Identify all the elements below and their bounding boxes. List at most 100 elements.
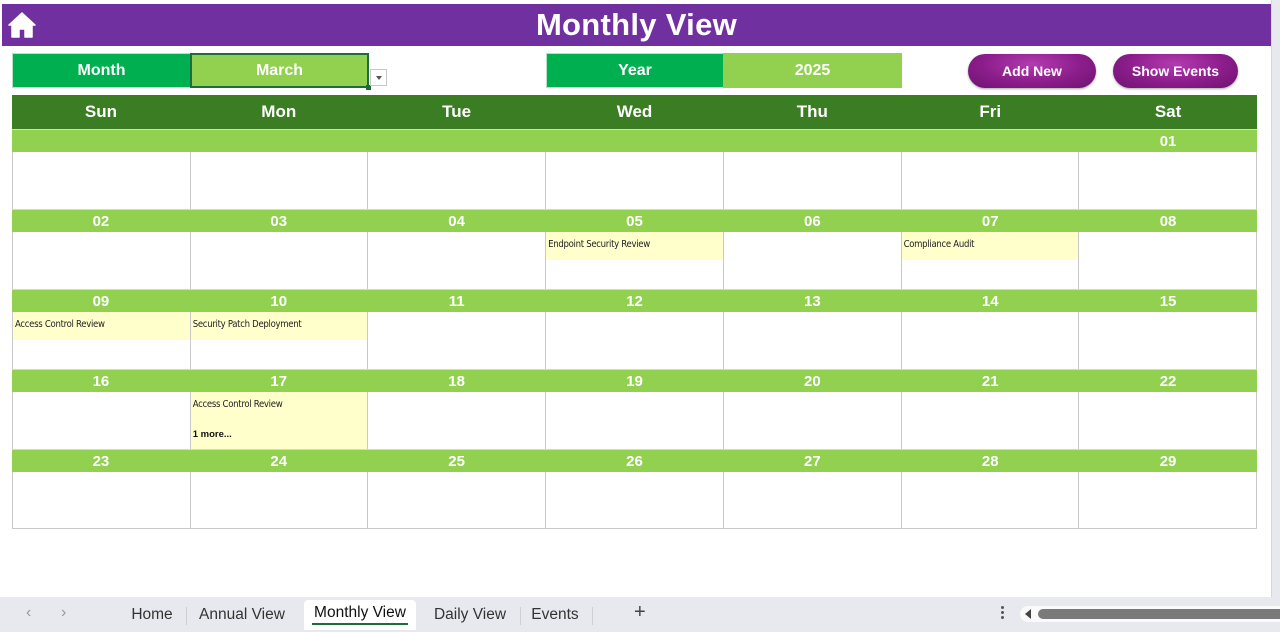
tab-separator bbox=[520, 607, 521, 625]
day-cell[interactable] bbox=[190, 472, 369, 528]
weekday-tue: Tue bbox=[442, 102, 472, 121]
event-item[interactable]: Compliance Audit bbox=[901, 232, 1079, 260]
day-number: 14 bbox=[981, 292, 999, 310]
events-row bbox=[12, 472, 1257, 529]
more-options-icon[interactable] bbox=[999, 605, 1005, 623]
day-number: 28 bbox=[981, 452, 999, 470]
day-cell[interactable] bbox=[901, 472, 1080, 528]
day-cell[interactable] bbox=[13, 472, 191, 528]
weekday-thu: Thu bbox=[796, 102, 828, 121]
tab-home[interactable]: Home bbox=[124, 600, 180, 630]
add-new-button[interactable]: Add New bbox=[968, 54, 1096, 88]
title-banner: Monthly View bbox=[2, 4, 1271, 46]
day-cell[interactable] bbox=[723, 312, 902, 369]
tab-daily-view[interactable]: Daily View bbox=[426, 600, 514, 630]
scroll-left-icon[interactable] bbox=[1025, 609, 1031, 619]
day-number bbox=[546, 130, 724, 152]
chevron-left-icon[interactable]: ‹ bbox=[26, 604, 31, 622]
day-cell[interactable] bbox=[546, 152, 724, 209]
date-row: 23 24 25 26 27 28 29 bbox=[12, 449, 1257, 472]
day-cell[interactable] bbox=[1079, 312, 1257, 369]
day-cell[interactable] bbox=[190, 152, 369, 209]
day-cell[interactable] bbox=[723, 232, 902, 289]
year-label: Year bbox=[546, 53, 724, 88]
day-cell[interactable]: Security Patch Deployment bbox=[190, 312, 369, 369]
day-number: 19 bbox=[626, 372, 643, 390]
calendar-week: 02 03 04 05 06 07 08 Endpoint Security Review Co… bbox=[12, 209, 1257, 289]
day-number: 15 bbox=[1159, 292, 1177, 310]
day-cell[interactable] bbox=[723, 152, 902, 209]
day-number: 07 bbox=[981, 212, 999, 230]
calendar-week: 01 bbox=[12, 129, 1257, 209]
day-cell[interactable] bbox=[368, 312, 547, 369]
weekday-sun: Sun bbox=[84, 102, 117, 121]
day-number: 26 bbox=[626, 452, 643, 470]
events-row: Endpoint Security Review Compliance Audit bbox=[12, 232, 1257, 289]
event-item[interactable]: Access Control Review bbox=[13, 312, 190, 340]
date-row: 02 03 04 05 06 07 08 bbox=[12, 209, 1257, 232]
tab-monthly-view[interactable]: Monthly View bbox=[304, 600, 416, 630]
more-events-link[interactable]: 1 more... bbox=[193, 429, 232, 440]
day-cell[interactable] bbox=[1079, 392, 1257, 449]
day-cell[interactable] bbox=[546, 472, 724, 528]
day-number: 29 bbox=[1159, 452, 1177, 470]
day-cell[interactable] bbox=[368, 392, 547, 449]
horizontal-scrollbar[interactable] bbox=[1020, 606, 1280, 622]
day-cell[interactable] bbox=[546, 312, 724, 369]
tab-separator bbox=[592, 607, 593, 625]
chevron-right-icon[interactable]: › bbox=[61, 604, 66, 622]
day-cell[interactable] bbox=[1079, 152, 1257, 209]
day-number: 10 bbox=[270, 292, 288, 310]
weekday-mon: Mon bbox=[261, 102, 297, 121]
month-label: Month bbox=[12, 53, 191, 88]
tab-events[interactable]: Events bbox=[526, 600, 584, 630]
events-row: Access Control Review Security Patch Depl… bbox=[12, 312, 1257, 369]
day-cell[interactable] bbox=[368, 152, 547, 209]
tab-annual-view[interactable]: Annual View bbox=[192, 600, 292, 630]
day-cell[interactable] bbox=[13, 152, 191, 209]
day-cell[interactable] bbox=[13, 232, 191, 289]
day-number bbox=[901, 130, 1079, 152]
date-row: 16 17 18 19 20 21 22 bbox=[12, 369, 1257, 392]
day-cell[interactable]: Access Control Review bbox=[13, 312, 191, 369]
day-cell[interactable]: Endpoint Security Review bbox=[546, 232, 724, 289]
day-cell[interactable] bbox=[1079, 232, 1257, 289]
day-number: 06 bbox=[804, 212, 821, 230]
page-title: Monthly View bbox=[535, 7, 738, 42]
calendar-week: 23 24 25 26 27 28 29 bbox=[12, 449, 1257, 529]
show-events-button[interactable]: Show Events bbox=[1113, 54, 1238, 88]
day-cell[interactable] bbox=[723, 392, 902, 449]
day-cell[interactable] bbox=[723, 472, 902, 528]
worksheet-area: Monthly View Month March Year 2025 Add N… bbox=[0, 0, 1272, 597]
month-dropdown-button[interactable] bbox=[370, 69, 387, 86]
day-number: 20 bbox=[804, 372, 821, 390]
tab-separator bbox=[186, 607, 187, 625]
day-cell[interactable] bbox=[368, 472, 547, 528]
day-number bbox=[12, 130, 190, 152]
date-row: 09 10 11 12 13 14 15 bbox=[12, 289, 1257, 312]
scrollbar-thumb[interactable] bbox=[1038, 609, 1280, 619]
day-number: 09 bbox=[92, 292, 110, 310]
month-select[interactable]: March bbox=[190, 53, 369, 88]
day-cell[interactable]: Compliance Audit bbox=[901, 232, 1080, 289]
event-item[interactable]: Security Patch Deployment bbox=[190, 312, 368, 340]
day-cell[interactable] bbox=[368, 232, 547, 289]
day-cell[interactable]: Access Control Review 1 more... bbox=[190, 392, 369, 449]
day-number: 22 bbox=[1159, 372, 1177, 390]
add-sheet-button[interactable]: + bbox=[634, 601, 646, 624]
day-cell[interactable] bbox=[1079, 472, 1257, 528]
day-number: 04 bbox=[448, 212, 465, 230]
event-item[interactable]: Access Control Review bbox=[190, 392, 368, 449]
day-number: 21 bbox=[981, 372, 999, 390]
day-number: 02 bbox=[92, 212, 110, 230]
day-cell[interactable] bbox=[190, 232, 369, 289]
day-cell[interactable] bbox=[13, 392, 191, 449]
event-item[interactable]: Endpoint Security Review bbox=[546, 232, 723, 260]
day-number: 16 bbox=[92, 372, 110, 390]
day-cell[interactable] bbox=[901, 152, 1080, 209]
day-cell[interactable] bbox=[546, 392, 724, 449]
active-tab-underline bbox=[312, 623, 408, 625]
day-cell[interactable] bbox=[901, 312, 1080, 369]
year-value[interactable]: 2025 bbox=[723, 53, 902, 88]
day-cell[interactable] bbox=[901, 392, 1080, 449]
